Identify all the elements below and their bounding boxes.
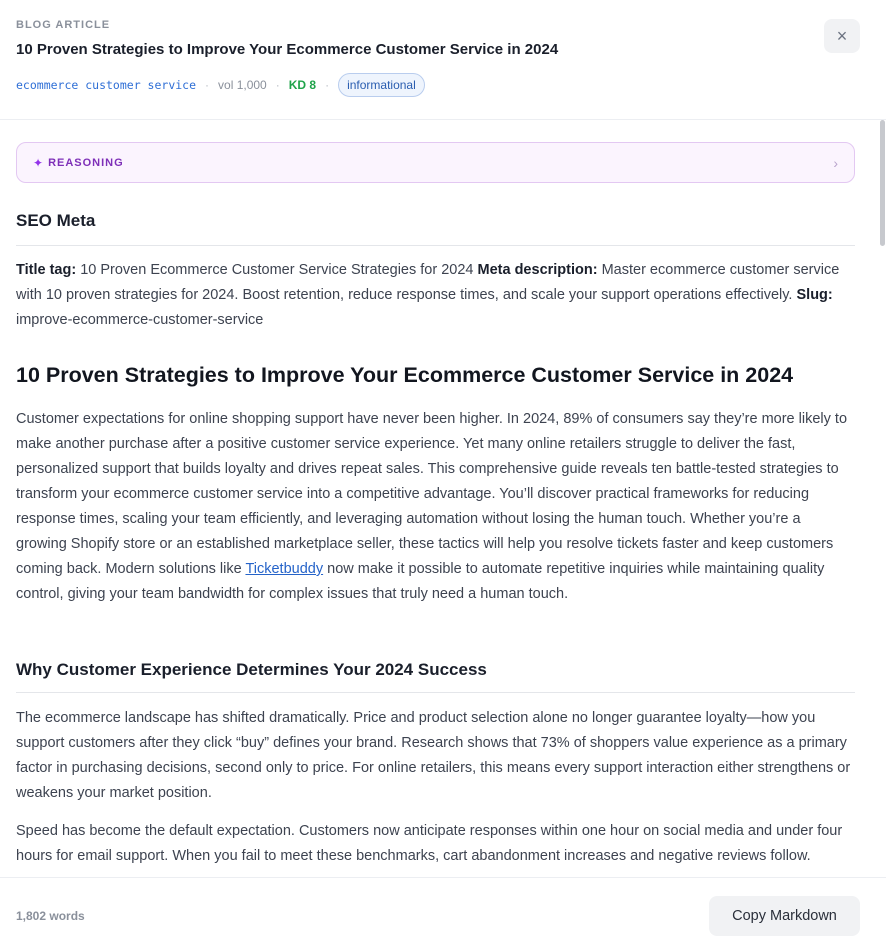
section-paragraph: Speed has become the default expectation… xyxy=(16,823,843,864)
word-count: 1,802 words xyxy=(16,909,85,923)
scrollbar-thumb[interactable] xyxy=(880,120,885,246)
copy-markdown-button[interactable]: Copy Markdown xyxy=(709,896,860,936)
seo-meta-heading: SEO Meta xyxy=(16,211,96,230)
sparkle-icon: ✦ xyxy=(33,155,44,170)
keyword-meta-row: ecommerce customer service · vol 1,000 ·… xyxy=(16,72,425,97)
article-title: 10 Proven Strategies to Improve Your Eco… xyxy=(16,41,559,58)
divider xyxy=(16,692,855,693)
divider xyxy=(16,245,855,246)
separator-dot: · xyxy=(275,77,280,92)
title-tag-label: Title tag: xyxy=(16,262,77,278)
reasoning-label: REASONING xyxy=(48,156,124,169)
chevron-right-icon: › xyxy=(833,154,838,171)
article-h1: 10 Proven Strategies to Improve Your Eco… xyxy=(16,363,794,387)
eyebrow-label: BLOG ARTICLE xyxy=(16,19,111,31)
article-footer: 1,802 words Copy Markdown xyxy=(0,877,886,941)
separator-dot: · xyxy=(205,77,210,92)
close-icon: × xyxy=(836,25,848,46)
slug-label: Slug: xyxy=(796,287,833,303)
separator-dot: · xyxy=(325,77,330,92)
section-heading: Why Customer Experience Determines Your … xyxy=(16,660,487,679)
meta-description-label: Meta description: xyxy=(477,262,598,278)
slug-value: improve-ecommerce-customer-service xyxy=(16,312,264,328)
ticketbuddy-link[interactable]: Ticketbuddy xyxy=(245,561,323,577)
reasoning-toggle[interactable]: ✦ REASONING › xyxy=(16,142,855,183)
scrollbar[interactable] xyxy=(878,120,886,877)
intro-text: Customer expectations for online shoppin… xyxy=(16,411,848,577)
target-keyword: ecommerce customer service xyxy=(16,77,197,92)
section-paragraph: The ecommerce landscape has shifted dram… xyxy=(16,710,851,801)
search-volume: vol 1,000 xyxy=(218,77,267,92)
close-button[interactable]: × xyxy=(824,19,860,53)
seo-meta-paragraph: Title tag: 10 Proven Ecommerce Customer … xyxy=(16,258,855,333)
search-intent-badge: informational xyxy=(338,72,425,97)
keyword-difficulty: KD 8 xyxy=(288,77,317,92)
title-tag-value: 10 Proven Ecommerce Customer Service Str… xyxy=(80,262,474,278)
article-content[interactable]: ✦ REASONING › SEO Meta Title tag: 10 Pro… xyxy=(0,120,876,877)
intro-paragraph: Customer expectations for online shoppin… xyxy=(16,407,855,607)
article-header: BLOG ARTICLE 10 Proven Strategies to Imp… xyxy=(0,0,886,120)
